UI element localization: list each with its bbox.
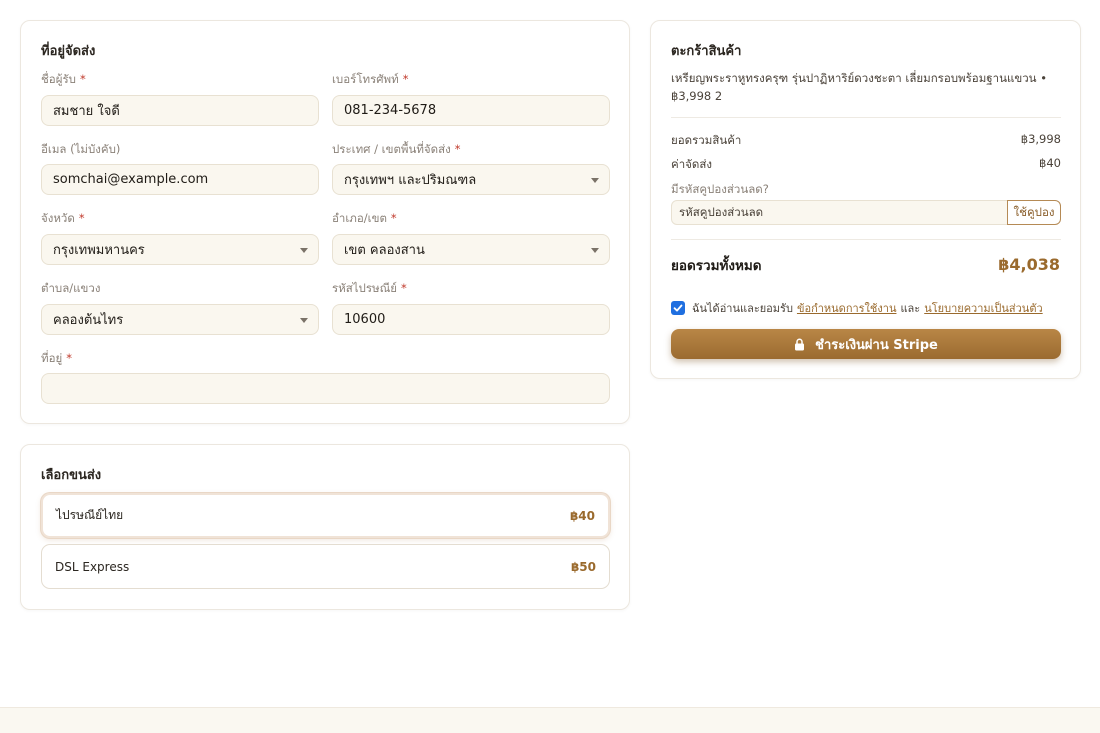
coupon-input[interactable]: รหัสคูปองส่วนลด — [671, 200, 1008, 225]
street-address-label: ที่อยู่ * — [41, 351, 72, 365]
postal-label: รหัสไปรษณีย์ * — [332, 281, 407, 295]
check-icon — [673, 304, 683, 312]
district-select[interactable]: เขต คลองสาน — [332, 234, 610, 265]
divider — [671, 239, 1061, 240]
grand-total-label: ยอดรวมทั้งหมด — [671, 258, 762, 274]
district-label: อำเภอ/เขต * — [332, 211, 397, 225]
subtotal-row: ยอดรวมสินค้า ฿3,998 — [671, 132, 1061, 150]
email-label: อีเมล (ไม่บังคับ) — [41, 142, 121, 156]
subdistrict-select[interactable]: คลองต้นไทร — [41, 304, 319, 335]
shipping-option-name: ไปรษณีย์ไทย — [56, 508, 124, 522]
footer — [0, 707, 1100, 733]
coupon-question: มีรหัสคูปองส่วนลด? — [671, 182, 769, 196]
shipping-option-dsl-express[interactable]: DSL Express ฿50 — [41, 544, 610, 589]
cart-card-title: ตะกร้าสินค้า — [671, 44, 742, 59]
postal-input[interactable]: 10600 — [332, 304, 610, 335]
terms-checkbox[interactable] — [671, 301, 685, 315]
cart-summary-card: ตะกร้าสินค้า เหรียญพระราหูทรงครุฑ รุ่นปา… — [650, 20, 1081, 379]
subtotal-label: ยอดรวมสินค้า — [671, 133, 742, 147]
terms-agreement: ฉันได้อ่านและยอมรับ ข้อกำหนดการใช้งาน แล… — [671, 299, 1047, 317]
shipping-method-card: เลือกขนส่ง ไปรษณีย์ไทย ฿40 DSL Express ฿… — [20, 444, 630, 610]
lock-icon — [794, 338, 805, 351]
agree-prefix: ฉันได้อ่านและยอมรับ — [692, 302, 793, 315]
province-select[interactable]: กรุงเทพมหานคร — [41, 234, 319, 265]
phone-input[interactable]: 081-234-5678 — [332, 95, 610, 126]
shipping-fee-row: ค่าจัดส่ง ฿40 — [671, 156, 1061, 174]
apply-coupon-button[interactable]: ใช้คูปอง — [1007, 200, 1061, 225]
grand-total-value: ฿4,038 — [998, 255, 1060, 274]
chevron-down-icon — [300, 318, 308, 323]
phone-label: เบอร์โทรศัพท์ * — [332, 72, 409, 86]
subtotal-value: ฿3,998 — [1020, 132, 1061, 146]
chevron-down-icon — [591, 248, 599, 253]
shipping-option-thaipost[interactable]: ไปรษณีย์ไทย ฿40 — [41, 493, 610, 538]
shipping-address-card: ที่อยู่จัดส่ง ชื่อผู้รับ * สมชาย ใจดี เบอ… — [20, 20, 630, 424]
shipping-option-price: ฿50 — [570, 559, 596, 574]
shipping-card-title: เลือกขนส่ง — [41, 468, 102, 483]
chevron-down-icon — [591, 178, 599, 183]
country-select[interactable]: กรุงเทพฯ และปริมณฑล — [332, 164, 610, 195]
shipping-fee-value: ฿40 — [1039, 156, 1061, 170]
agree-and: และ — [900, 302, 921, 315]
recipient-input[interactable]: สมชาย ใจดี — [41, 95, 319, 126]
recipient-label: ชื่อผู้รับ * — [41, 72, 86, 86]
street-address-input[interactable] — [41, 373, 610, 404]
shipping-fee-label: ค่าจัดส่ง — [671, 157, 712, 171]
pay-button-label: ชำระเงินผ่าน Stripe — [815, 337, 938, 353]
pay-with-stripe-button[interactable]: ชำระเงินผ่าน Stripe — [671, 329, 1061, 359]
country-label: ประเทศ / เขตพื้นที่จัดส่ง * — [332, 142, 461, 156]
divider — [671, 117, 1061, 118]
privacy-link[interactable]: นโยบายความเป็นส่วนตัว — [924, 299, 1042, 317]
chevron-down-icon — [300, 248, 308, 253]
province-label: จังหวัด * — [41, 211, 85, 225]
shipping-option-name: DSL Express — [55, 559, 130, 574]
terms-link[interactable]: ข้อกำหนดการใช้งาน — [797, 299, 897, 317]
address-card-title: ที่อยู่จัดส่ง — [41, 44, 96, 59]
cart-item: เหรียญพระราหูทรงครุฑ รุ่นปาฏิหาริย์ดวงชะ… — [671, 71, 1047, 103]
email-input[interactable]: somchai@example.com — [41, 164, 319, 195]
shipping-option-price: ฿40 — [569, 508, 595, 523]
subdistrict-label: ตำบล/แขวง — [41, 281, 101, 295]
